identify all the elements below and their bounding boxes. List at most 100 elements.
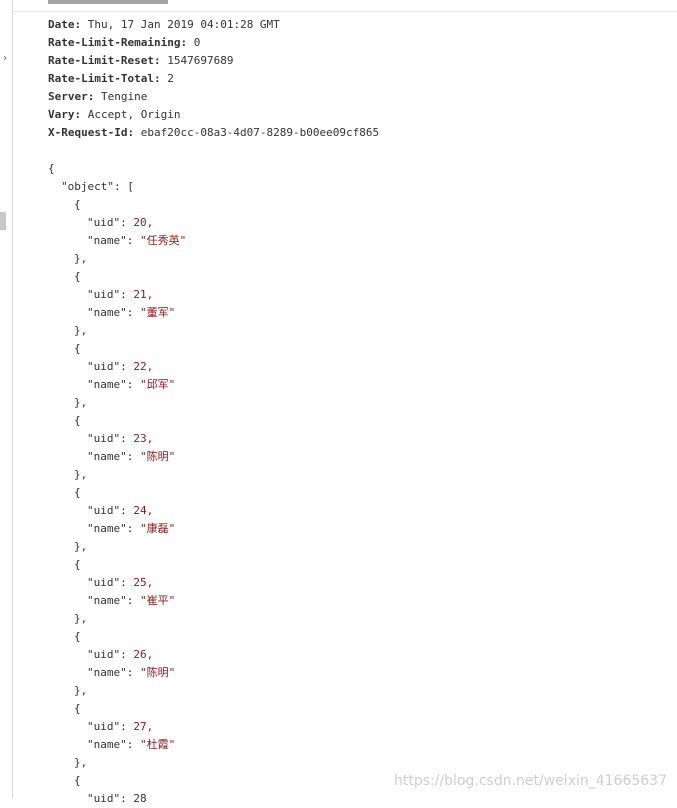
json-object-open: { <box>48 412 379 430</box>
brace: { <box>74 558 81 571</box>
left-gutter: › <box>0 0 13 798</box>
uid-value: 27, <box>133 720 154 733</box>
json-object-open: { <box>48 484 379 502</box>
uid-key: "uid": <box>87 216 134 229</box>
json-object-open: { <box>48 772 379 790</box>
header-value: Accept, Origin <box>87 108 181 121</box>
header-key: Rate-Limit-Remaining: <box>48 36 188 49</box>
json-uid-line: "uid": 22, <box>48 358 379 376</box>
response-body: {"object": [{"uid": 20, "name": "任秀英"},{"… <box>48 160 379 808</box>
uid-key: "uid": <box>87 288 134 301</box>
uid-key: "uid": <box>87 576 134 589</box>
header-key: Date: <box>48 18 82 31</box>
header-line: Date: Thu, 17 Jan 2019 04:01:28 GMT <box>48 16 379 34</box>
brace: }, <box>74 540 88 553</box>
json-object-open: { <box>48 556 379 574</box>
watermark: https://blog.csdn.net/weixin_41665637 <box>393 773 667 789</box>
header-line: Rate-Limit-Remaining: 0 <box>48 34 379 52</box>
header-key: X-Request-Id: <box>48 126 135 139</box>
uid-key: "uid": <box>87 504 134 517</box>
name-key: "name": <box>87 234 140 247</box>
name-value: "崔平" <box>139 594 176 607</box>
header-value: ebaf20cc-08a3-4d07-8289-b00ee09cf865 <box>140 126 380 139</box>
json-uid-line: "uid": 20, <box>48 214 379 232</box>
json-uid-line: "uid": 21, <box>48 286 379 304</box>
uid-value: 21, <box>133 288 154 301</box>
brace: }, <box>74 324 88 337</box>
json-uid-line-partial: "uid": 28 <box>48 790 379 808</box>
json-name-line: "name": "董军" <box>48 304 379 322</box>
clipped-header-line <box>48 0 168 4</box>
brace: { <box>74 342 81 355</box>
json-object-close: }, <box>48 466 379 484</box>
json-uid-line: "uid": 23, <box>48 430 379 448</box>
name-key: "name": <box>87 450 140 463</box>
brace: { <box>74 486 81 499</box>
json-uid-line: "uid": 25, <box>48 574 379 592</box>
header-value: Tengine <box>100 90 148 103</box>
json-object-open: { <box>48 628 379 646</box>
header-key: Vary: <box>48 108 82 121</box>
json-object-open: { <box>48 700 379 718</box>
name-key: "name": <box>87 594 140 607</box>
json-object-close: }, <box>48 682 379 700</box>
uid-key: "uid": <box>87 648 134 661</box>
header-value: 0 <box>193 36 201 49</box>
name-value: "康磊" <box>139 522 176 535</box>
name-key: "name": <box>87 306 140 319</box>
json-uid-line: "uid": 24, <box>48 502 379 520</box>
header-key: Rate-Limit-Total: <box>48 72 161 85</box>
uid-value: 25, <box>133 576 154 589</box>
header-key: Server: <box>48 90 95 103</box>
name-key: "name": <box>87 666 140 679</box>
json-uid-line: "uid": 26, <box>48 646 379 664</box>
array-key: "object": [ <box>61 180 134 193</box>
json-name-line: "name": "崔平" <box>48 592 379 610</box>
scroll-marker[interactable] <box>0 212 6 230</box>
name-value: "任秀英" <box>139 234 187 247</box>
brace: }, <box>74 396 88 409</box>
name-value: "杜霞" <box>139 738 176 751</box>
uid-key: "uid": <box>87 360 134 373</box>
brace: { <box>74 702 81 715</box>
header-line: X-Request-Id: ebaf20cc-08a3-4d07-8289-b0… <box>48 124 379 142</box>
json-object-close: }, <box>48 610 379 628</box>
brace: { <box>74 774 81 787</box>
uid-value: 24, <box>133 504 154 517</box>
brace: { <box>48 162 55 175</box>
brace: { <box>74 630 81 643</box>
brace: { <box>74 198 81 211</box>
uid-key: "uid": <box>87 720 134 733</box>
brace: { <box>74 414 81 427</box>
name-value: "陈明" <box>139 666 176 679</box>
uid-value: 20, <box>133 216 154 229</box>
json-object-open: { <box>48 196 379 214</box>
brace: }, <box>74 684 88 697</box>
json-name-line: "name": "任秀英" <box>48 232 379 250</box>
header-key: Rate-Limit-Reset: <box>48 54 161 67</box>
name-key: "name": <box>87 522 140 535</box>
json-name-line: "name": "陈明" <box>48 664 379 682</box>
collapse-chevron-icon[interactable]: › <box>2 53 10 65</box>
uid-value: 22, <box>133 360 154 373</box>
name-key: "name": <box>87 378 140 391</box>
uid-value: 26, <box>133 648 154 661</box>
name-value: "陈明" <box>139 450 176 463</box>
json-object-open: { <box>48 340 379 358</box>
header-line: Rate-Limit-Total: 2 <box>48 70 379 88</box>
json-object-close: }, <box>48 754 379 772</box>
json-array-key: "object": [ <box>48 178 379 196</box>
json-uid-line: "uid": 27, <box>48 718 379 736</box>
uid-key: "uid": <box>87 432 134 445</box>
header-line: Vary: Accept, Origin <box>48 106 379 124</box>
json-object-close: }, <box>48 250 379 268</box>
brace: { <box>74 270 81 283</box>
header-line: Rate-Limit-Reset: 1547697689 <box>48 52 379 70</box>
json-object-open: { <box>48 268 379 286</box>
brace: }, <box>74 468 88 481</box>
json-root-open: { <box>48 160 379 178</box>
uid-value: 23, <box>133 432 154 445</box>
brace: }, <box>74 612 88 625</box>
name-value: "董军" <box>139 306 176 319</box>
